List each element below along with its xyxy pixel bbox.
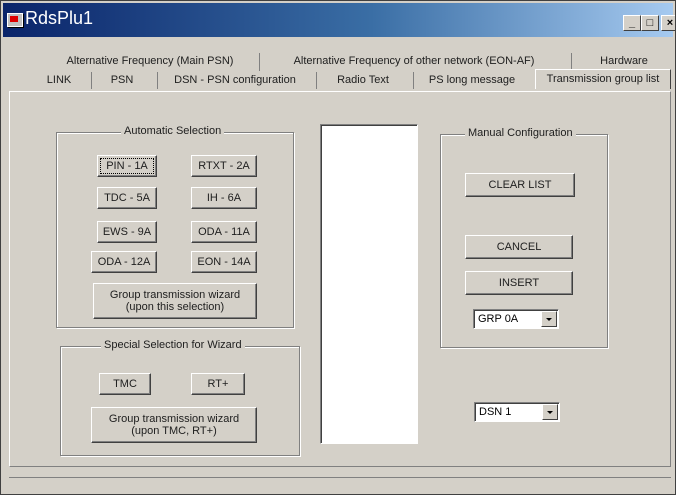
special-selection-group: Special Selection for Wizard TMC RT+ Gro…	[60, 339, 300, 456]
group-select-value: GRP 0A	[478, 313, 519, 325]
maximize-button[interactable]: □	[641, 15, 659, 31]
chevron-down-icon[interactable]	[541, 311, 557, 327]
tab-separator	[91, 72, 92, 89]
dsn-select[interactable]: DSN 1	[474, 402, 560, 422]
tab-panel: Automatic Selection PIN - 1A RTXT - 2A T…	[9, 91, 671, 467]
dsn-select-value: DSN 1	[479, 406, 512, 418]
wizard-line2: (upon TMC, RT+)	[131, 425, 217, 437]
tab-label: Radio Text	[337, 74, 389, 86]
tab-ps-long-message[interactable]: PS long message	[419, 72, 525, 88]
automatic-selection-group: Automatic Selection PIN - 1A RTXT - 2A T…	[56, 125, 294, 328]
tab-separator	[413, 72, 414, 89]
wizard-line1: Group transmission wizard	[109, 289, 241, 301]
tab-label: Hardware	[600, 55, 648, 67]
tab-radio-text[interactable]: Radio Text	[323, 72, 403, 88]
pin-1a-button[interactable]: PIN - 1A	[97, 155, 157, 177]
group-listbox[interactable]	[320, 124, 418, 444]
status-divider	[9, 477, 671, 478]
minimize-button[interactable]: _	[623, 15, 641, 31]
tab-label: Alternative Frequency (Main PSN)	[66, 55, 234, 67]
title-bar[interactable]: RdsPlu1 _ □ ×	[3, 3, 675, 37]
tab-hardware[interactable]: Hardware	[589, 53, 659, 69]
close-icon: ×	[666, 17, 674, 29]
app-window: RdsPlu1 _ □ × Alternative Frequency (Mai…	[0, 0, 676, 495]
tab-label: PSN	[110, 74, 134, 86]
tmc-button[interactable]: TMC	[99, 373, 151, 395]
tab-alt-freq-eon[interactable]: Alternative Frequency of other network (…	[267, 53, 561, 69]
tab-separator	[316, 72, 317, 89]
group-wizard-tmc-button[interactable]: Group transmission wizard (upon TMC, RT+…	[91, 407, 257, 443]
manual-configuration-title: Manual Configuration	[465, 127, 576, 139]
tab-separator	[259, 53, 260, 71]
tab-psn[interactable]: PSN	[99, 72, 145, 88]
tab-label: DSN - PSN configuration	[174, 74, 296, 86]
tab-label: Transmission group list	[546, 73, 660, 85]
maximize-icon: □	[646, 17, 654, 29]
rtxt-2a-button[interactable]: RTXT - 2A	[191, 155, 257, 177]
manual-configuration-group: Manual Configuration CLEAR LIST CANCEL I…	[440, 127, 608, 348]
ews-9a-button[interactable]: EWS - 9A	[97, 221, 157, 243]
tab-dsn-psn-config[interactable]: DSN - PSN configuration	[165, 72, 305, 88]
special-selection-title: Special Selection for Wizard	[101, 339, 245, 351]
cancel-button[interactable]: CANCEL	[465, 235, 573, 259]
insert-button[interactable]: INSERT	[465, 271, 573, 295]
tab-transmission-group-list[interactable]: Transmission group list	[535, 69, 671, 89]
tab-strip: Alternative Frequency (Main PSN) Alterna…	[5, 39, 673, 89]
minimize-icon: _	[628, 17, 636, 29]
wizard-line2: (upon this selection)	[125, 301, 225, 313]
oda-11a-button[interactable]: ODA - 11A	[191, 221, 257, 243]
automatic-selection-title: Automatic Selection	[121, 125, 225, 137]
tab-link[interactable]: LINK	[37, 72, 81, 88]
tab-alt-freq-main[interactable]: Alternative Frequency (Main PSN)	[43, 53, 257, 69]
oda-12a-button[interactable]: ODA - 12A	[91, 251, 157, 273]
rt-plus-button[interactable]: RT+	[191, 373, 245, 395]
tab-label: LINK	[46, 74, 72, 86]
group-select[interactable]: GRP 0A	[473, 309, 559, 329]
tab-label: PS long message	[428, 74, 516, 86]
tdc-5a-button[interactable]: TDC - 5A	[97, 187, 157, 209]
app-icon	[7, 13, 23, 27]
clear-list-button[interactable]: CLEAR LIST	[465, 173, 575, 197]
tab-separator	[157, 72, 158, 89]
close-button[interactable]: ×	[661, 15, 675, 31]
chevron-down-icon[interactable]	[542, 404, 558, 420]
window-title: RdsPlu1	[25, 8, 94, 28]
group-wizard-selection-button[interactable]: Group transmission wizard (upon this sel…	[93, 283, 257, 319]
tab-label: Alternative Frequency of other network (…	[293, 55, 535, 67]
eon-14a-button[interactable]: EON - 14A	[191, 251, 257, 273]
wizard-line1: Group transmission wizard	[108, 413, 240, 425]
ih-6a-button[interactable]: IH - 6A	[191, 187, 257, 209]
